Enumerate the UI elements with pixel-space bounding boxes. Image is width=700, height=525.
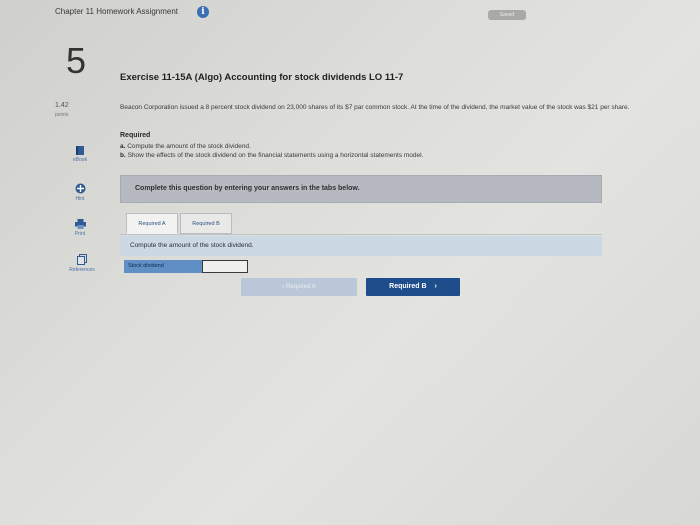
stock-dividend-input[interactable] <box>202 260 248 273</box>
ebook-tool[interactable]: eBook <box>55 146 105 163</box>
tab-required-a[interactable]: Required A <box>126 213 178 234</box>
stock-dividend-label: Stock dividend <box>124 260 202 273</box>
tab-required-b[interactable]: Required B <box>180 213 232 234</box>
hint-tool[interactable]: Hint <box>55 183 105 202</box>
print-label: Print <box>74 231 86 237</box>
chevron-right-icon: › <box>434 283 437 290</box>
question-number: 5 <box>66 40 87 81</box>
hint-label: Hint <box>75 196 85 202</box>
prev-button-label: Required A <box>285 284 316 290</box>
points-value: 1.42 <box>55 102 69 109</box>
hint-icon <box>75 183 85 194</box>
references-label: References <box>69 267 95 273</box>
required-a-item: a. Compute the amount of the stock divid… <box>120 143 251 150</box>
assignment-title: Chapter 11 Homework Assignment <box>55 7 179 16</box>
tabs-bar: Required A Required B <box>120 207 602 235</box>
compute-prompt-bar: Compute the amount of the stock dividend… <box>120 236 602 256</box>
next-required-b-button[interactable]: Required B › <box>366 278 460 296</box>
points-label: points <box>55 112 69 118</box>
references-icon <box>77 254 87 265</box>
required-b-item: b. Show the effects of the stock dividen… <box>120 152 423 159</box>
ebook-label: eBook <box>72 157 88 163</box>
next-button-label: Required B <box>389 283 427 290</box>
printer-icon <box>74 219 86 229</box>
exercise-title: Exercise 11-15A (Algo) Accounting for st… <box>120 72 404 83</box>
instructions-text: Complete this question by entering your … <box>135 185 360 192</box>
required-heading: Required <box>120 132 151 139</box>
top-bar: Chapter 11 Homework Assignment i Saved <box>0 0 700 28</box>
print-tool[interactable]: Print <box>55 219 105 237</box>
problem-text: Beacon Corporation issued a 8 percent st… <box>120 104 630 111</box>
prev-required-a-button[interactable]: ‹ Required A <box>241 278 357 296</box>
instructions-panel: Complete this question by entering your … <box>120 175 602 203</box>
compute-prompt: Compute the amount of the stock dividend… <box>130 242 254 249</box>
references-tool[interactable]: References <box>57 254 107 273</box>
book-icon <box>76 146 84 155</box>
required-a-text: Compute the amount of the stock dividend… <box>127 143 251 150</box>
saved-button[interactable]: Saved <box>488 10 526 20</box>
chevron-left-icon: ‹ <box>282 284 285 290</box>
info-icon[interactable]: i <box>197 6 209 18</box>
required-b-text: Show the effects of the stock dividend o… <box>127 152 424 159</box>
required-b-marker: b. <box>120 152 126 159</box>
required-a-marker: a. <box>120 143 126 150</box>
